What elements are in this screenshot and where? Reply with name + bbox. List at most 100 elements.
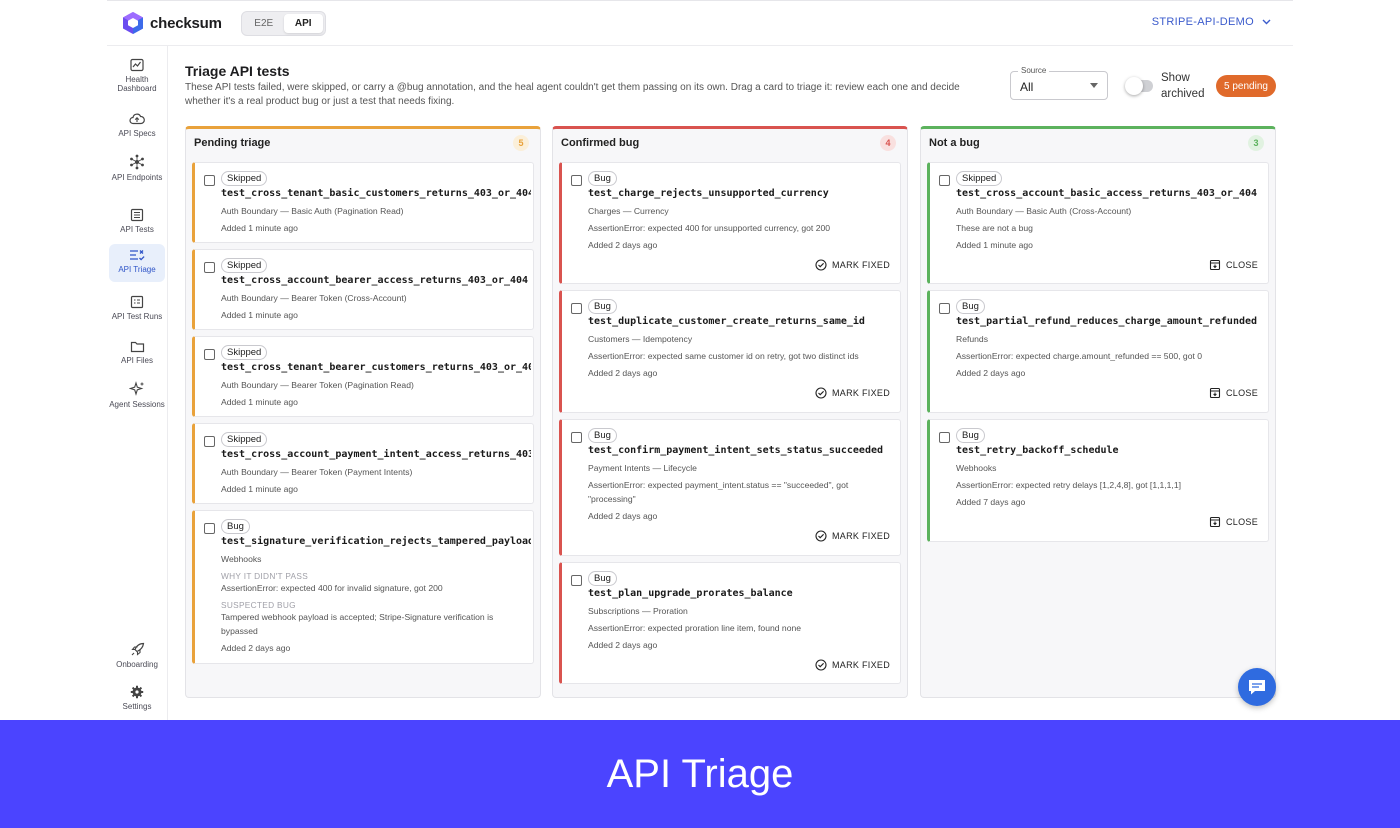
- action-label: CLOSE: [1225, 260, 1258, 270]
- column-title: Pending triage: [194, 137, 271, 149]
- close-button[interactable]: CLOSE: [1209, 516, 1258, 528]
- test-suite: Auth Boundary — Basic Auth (Cross-Accoun…: [956, 206, 1132, 216]
- added-time: Added 2 days ago: [221, 643, 291, 653]
- card-checkbox[interactable]: [571, 432, 582, 443]
- card-badge: Bug: [588, 171, 617, 186]
- project-selector[interactable]: STRIPE-API-DEMO: [1152, 16, 1271, 28]
- triage-card[interactable]: Bug test_signature_verification_rejects_…: [192, 510, 534, 664]
- top-bar: checksum E2E API STRIPE-API-DEMO: [107, 1, 1293, 46]
- card-badge: Bug: [588, 299, 617, 314]
- test-name: test_confirm_payment_intent_sets_status_…: [588, 445, 884, 456]
- added-time: Added 7 days ago: [956, 497, 1026, 507]
- test-name: test_partial_refund_reduces_charge_amoun…: [956, 316, 1258, 327]
- sidebar-item-api-files[interactable]: API Files: [109, 336, 165, 365]
- show-archived-toggle[interactable]: [1125, 77, 1153, 95]
- added-time: Added 1 minute ago: [221, 223, 298, 233]
- column-title: Confirmed bug: [561, 137, 640, 149]
- check-circle-icon: [815, 259, 827, 271]
- logo[interactable]: checksum: [122, 11, 222, 35]
- added-time: Added 1 minute ago: [221, 484, 298, 494]
- test-name: test_retry_backoff_schedule: [956, 445, 1119, 456]
- runs-icon: [130, 295, 144, 309]
- sidebar-item-label: Agent Sessions: [109, 400, 165, 409]
- card-checkbox[interactable]: [204, 523, 215, 534]
- tab-e2e[interactable]: E2E: [244, 14, 284, 33]
- card-checkbox[interactable]: [939, 432, 950, 443]
- mark-fixed-button[interactable]: MARK FIXED: [815, 387, 890, 399]
- card-checkbox[interactable]: [204, 175, 215, 186]
- test-suite: Refunds: [956, 334, 989, 344]
- card-checkbox[interactable]: [939, 303, 950, 314]
- triage-card[interactable]: Skipped test_cross_tenant_bearer_custome…: [192, 336, 534, 417]
- triage-card[interactable]: Bug test_duplicate_customer_create_retur…: [559, 290, 901, 413]
- triage-card[interactable]: Skipped test_cross_account_bearer_access…: [192, 249, 534, 330]
- added-time: Added 2 days ago: [588, 368, 658, 378]
- sidebar-item-api-endpoints[interactable]: API Endpoints: [109, 150, 165, 182]
- sparkle-icon: [129, 381, 144, 396]
- sidebar-item-api-tests[interactable]: API Tests: [109, 204, 165, 234]
- sidebar-item-label: Health Dashboard: [117, 75, 157, 93]
- card-badge: Skipped: [221, 171, 268, 186]
- test-suite: Payment Intents — Lifecycle: [588, 463, 697, 473]
- card-badge: Skipped: [956, 171, 1003, 186]
- test-suite: Auth Boundary — Bearer Token (Cross-Acco…: [221, 293, 407, 303]
- card-badge: Bug: [588, 428, 617, 443]
- test-name: test_cross_account_payment_intent_access…: [221, 449, 531, 460]
- sidebar-item-health-dashboard[interactable]: Health Dashboard: [109, 54, 165, 93]
- added-time: Added 2 days ago: [588, 240, 658, 250]
- card-checkbox[interactable]: [571, 575, 582, 586]
- test-name: test_cross_tenant_basic_customers_return…: [221, 188, 531, 199]
- triage-card[interactable]: Bug test_charge_rejects_unsupported_curr…: [559, 162, 901, 284]
- mark-fixed-button[interactable]: MARK FIXED: [815, 259, 890, 271]
- triage-card[interactable]: Bug test_partial_refund_reduces_charge_a…: [927, 290, 1269, 413]
- toggle-knob: [1125, 77, 1143, 95]
- action-label: MARK FIXED: [831, 260, 890, 270]
- list-icon: [130, 208, 144, 222]
- network-icon: [130, 154, 144, 170]
- caret-down-icon: [1090, 83, 1098, 88]
- close-button[interactable]: CLOSE: [1209, 259, 1258, 271]
- triage-card[interactable]: Skipped test_cross_account_basic_access_…: [927, 162, 1269, 284]
- action-label: CLOSE: [1225, 388, 1258, 398]
- test-suite: Auth Boundary — Bearer Token (Payment In…: [221, 467, 413, 477]
- card-checkbox[interactable]: [204, 262, 215, 273]
- triage-card[interactable]: Bug test_plan_upgrade_prorates_balance S…: [559, 562, 901, 684]
- mark-fixed-button[interactable]: MARK FIXED: [815, 659, 890, 671]
- card-checkbox[interactable]: [939, 175, 950, 186]
- test-suite: Auth Boundary — Bearer Token (Pagination…: [221, 380, 414, 390]
- triage-card[interactable]: Skipped test_cross_tenant_basic_customer…: [192, 162, 534, 243]
- action-label: MARK FIXED: [831, 660, 890, 670]
- error-text: AssertionError: expected proration line …: [588, 623, 802, 633]
- error-text: AssertionError: expected charge.amount_r…: [956, 351, 1203, 361]
- sidebar-item-onboarding[interactable]: Onboarding: [109, 638, 165, 669]
- folder-icon: [130, 341, 144, 353]
- error-text: AssertionError: expected same customer i…: [588, 351, 859, 361]
- chat-button[interactable]: [1238, 668, 1276, 706]
- sidebar-item-agent-sessions[interactable]: Agent Sessions: [109, 377, 165, 409]
- source-value: All: [1020, 80, 1034, 94]
- triage-card[interactable]: Bug test_retry_backoff_schedule Webhooks…: [927, 419, 1269, 542]
- app-window: checksum E2E API STRIPE-API-DEMO Health …: [107, 0, 1293, 721]
- project-name: STRIPE-API-DEMO: [1151, 16, 1254, 28]
- sidebar-item-api-triage[interactable]: API Triage: [109, 244, 165, 282]
- card-checkbox[interactable]: [571, 303, 582, 314]
- card-checkbox[interactable]: [204, 436, 215, 447]
- mark-fixed-button[interactable]: MARK FIXED: [815, 530, 890, 542]
- main-content: Triage API tests These API tests failed,…: [169, 46, 1293, 721]
- card-checkbox[interactable]: [571, 175, 582, 186]
- checksum-logo-icon: [123, 12, 143, 34]
- triage-card[interactable]: Bug test_confirm_payment_intent_sets_sta…: [559, 419, 901, 556]
- action-label: CLOSE: [1225, 517, 1258, 527]
- card-checkbox[interactable]: [204, 349, 215, 360]
- triage-card[interactable]: Skipped test_cross_account_payment_inten…: [192, 423, 534, 504]
- sidebar-item-settings[interactable]: Settings: [109, 681, 165, 711]
- sidebar-item-api-specs[interactable]: API Specs: [109, 108, 165, 138]
- column-title: Not a bug: [929, 137, 980, 149]
- page-description: These API tests failed, were skipped, or…: [185, 82, 960, 107]
- column-pending-triage: Pending triage 5 Skipped test_cross_tena…: [185, 126, 541, 698]
- source-select[interactable]: Source All: [1010, 66, 1108, 100]
- tab-api[interactable]: API: [283, 14, 323, 33]
- sidebar-item-label: API Endpoints: [111, 173, 163, 182]
- close-button[interactable]: CLOSE: [1209, 387, 1258, 399]
- sidebar-item-api-test-runs[interactable]: API Test Runs: [109, 291, 165, 321]
